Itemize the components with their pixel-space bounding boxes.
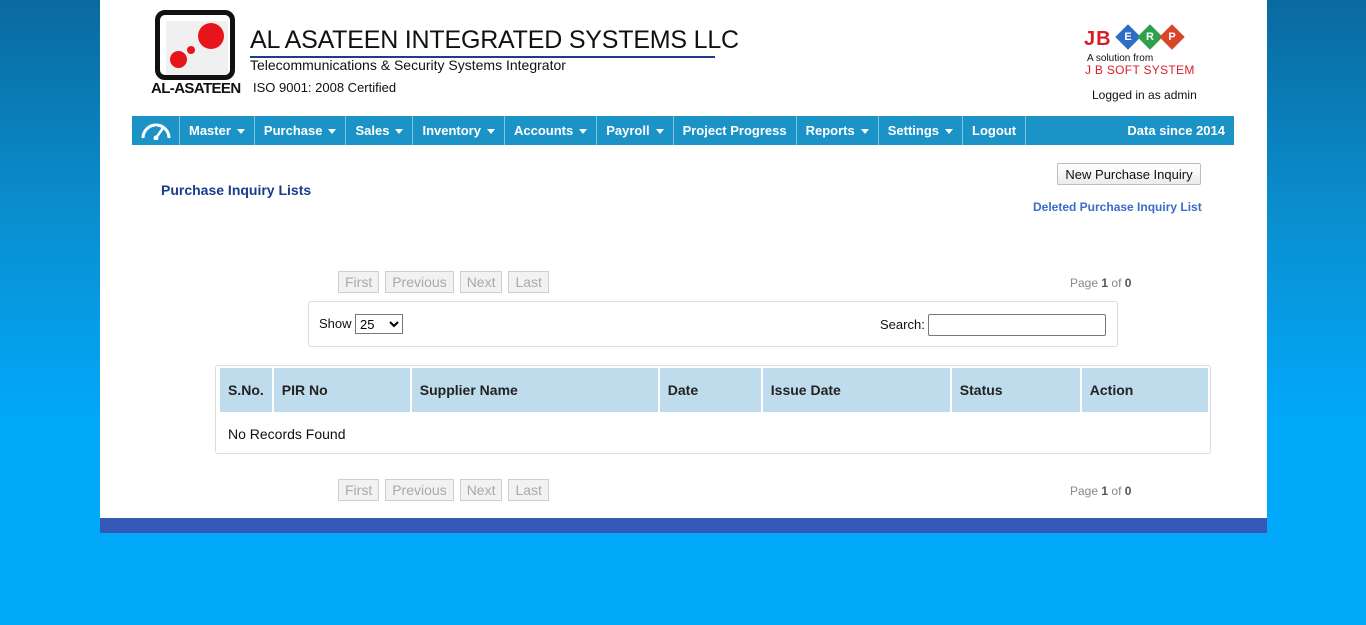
pager-previous-button[interactable]: Previous xyxy=(385,479,454,501)
search-label: Search: xyxy=(880,317,925,332)
caret-down-icon xyxy=(486,129,495,134)
pager-bottom: First Previous Next Last xyxy=(338,479,549,501)
company-iso: ISO 9001: 2008 Certified xyxy=(253,80,397,95)
nav-project-progress[interactable]: Project Progress xyxy=(674,116,797,145)
jb-erp-system: J B SOFT SYSTEM xyxy=(1085,63,1195,77)
pager-next-button[interactable]: Next xyxy=(459,271,503,293)
table-row: No Records Found xyxy=(220,412,1208,456)
jb-erp-logo: JB E R P A solution from J B SOFT SYSTEM xyxy=(1084,24,1199,77)
nav-logout[interactable]: Logout xyxy=(963,116,1027,145)
col-action[interactable]: Action xyxy=(1081,368,1208,412)
company-subtitle: Telecommunications & Security Systems In… xyxy=(250,57,566,73)
caret-down-icon xyxy=(860,129,869,134)
caret-down-icon xyxy=(579,129,588,134)
pager-top: First Previous Next Last xyxy=(338,271,549,293)
nav-payroll[interactable]: Payroll xyxy=(597,116,674,145)
pager-next-button[interactable]: Next xyxy=(459,479,503,501)
nav-purchase[interactable]: Purchase xyxy=(255,116,347,145)
erp-letter-p: P xyxy=(1159,24,1185,50)
caret-down-icon xyxy=(945,129,954,134)
company-name: AL ASATEEN INTEGRATED SYSTEMS LLC xyxy=(250,26,739,54)
caret-down-icon xyxy=(395,129,404,134)
logged-in-status: Logged in as admin xyxy=(1092,88,1197,102)
page-container: AL-ASATEEN AL ASATEEN INTEGRATED SYSTEMS… xyxy=(100,0,1267,518)
nav-reports[interactable]: Reports xyxy=(797,116,879,145)
footer-bar xyxy=(100,518,1267,533)
deleted-purchase-inquiry-link[interactable]: Deleted Purchase Inquiry List xyxy=(1033,200,1202,214)
nav-master[interactable]: Master xyxy=(180,116,255,145)
new-purchase-inquiry-button[interactable]: New Purchase Inquiry xyxy=(1057,163,1201,185)
no-records-message: No Records Found xyxy=(228,426,346,442)
purchase-inquiry-table: S.No. PIR No Supplier Name Date Issue Da… xyxy=(215,365,1211,454)
pager-first-button[interactable]: First xyxy=(338,479,380,501)
nav-inventory[interactable]: Inventory xyxy=(413,116,505,145)
col-issue-date[interactable]: Issue Date xyxy=(762,368,950,412)
pager-last-button[interactable]: Last xyxy=(508,479,549,501)
caret-down-icon xyxy=(236,129,245,134)
col-pir-no[interactable]: PIR No xyxy=(273,368,410,412)
nav-settings[interactable]: Settings xyxy=(879,116,964,145)
pager-last-button[interactable]: Last xyxy=(508,271,549,293)
page-info-bottom: Page 1 of 0 xyxy=(1070,484,1132,498)
table-header-row: S.No. PIR No Supplier Name Date Issue Da… xyxy=(220,368,1208,412)
page-info-top: Page 1 of 0 xyxy=(1070,276,1132,290)
col-sno[interactable]: S.No. xyxy=(220,368,272,412)
page-size-select[interactable]: 25 xyxy=(355,314,403,334)
company-logo xyxy=(155,10,235,80)
search-input[interactable] xyxy=(928,314,1106,336)
table-controls: Show 25 Search: xyxy=(308,301,1118,347)
data-since-label: Data since 2014 xyxy=(1127,123,1225,138)
logo-text: AL-ASATEEN xyxy=(151,80,241,97)
jb-erp-jb: JB xyxy=(1084,28,1112,50)
pager-previous-button[interactable]: Previous xyxy=(385,271,454,293)
nav-home[interactable] xyxy=(132,116,180,145)
col-supplier-name[interactable]: Supplier Name xyxy=(411,368,658,412)
col-status[interactable]: Status xyxy=(951,368,1080,412)
caret-down-icon xyxy=(328,129,337,134)
nav-accounts[interactable]: Accounts xyxy=(505,116,598,145)
page-title: Purchase Inquiry Lists xyxy=(161,182,312,198)
main-nav: Master Purchase Sales Inventory Accounts… xyxy=(132,116,1234,145)
dashboard-gauge-icon xyxy=(141,123,170,140)
show-label: Show xyxy=(319,316,352,331)
nav-sales[interactable]: Sales xyxy=(346,116,414,145)
pager-first-button[interactable]: First xyxy=(338,271,380,293)
col-date[interactable]: Date xyxy=(659,368,761,412)
caret-down-icon xyxy=(655,129,664,134)
